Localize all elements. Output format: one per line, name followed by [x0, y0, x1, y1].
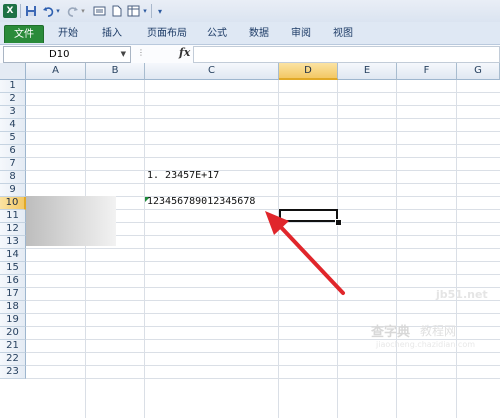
- watermark-site: jb51.net: [436, 288, 488, 301]
- toolbar-separator: [151, 4, 152, 18]
- excel-window: X ▾ ▾ ▾ ▾ 文件 开始 插入 页面布局 公式 数据 审阅 视图 D10 …: [0, 0, 500, 418]
- ribbon-tab-bar: 文件 开始 插入 页面布局 公式 数据 审阅 视图: [0, 22, 500, 45]
- quick-access-toolbar: X ▾ ▾ ▾ ▾: [0, 0, 500, 23]
- toolbar-separator: [20, 4, 21, 18]
- table-icon[interactable]: [126, 4, 140, 18]
- undo-icon[interactable]: [41, 4, 55, 18]
- tab-view[interactable]: 视图: [329, 25, 357, 42]
- tab-home[interactable]: 开始: [54, 25, 82, 42]
- red-arrow-annotation: [265, 211, 345, 295]
- name-box-value: D10: [49, 49, 70, 60]
- customize-toolbar-icon[interactable]: ▾: [155, 4, 165, 18]
- tab-data[interactable]: 数据: [245, 25, 273, 42]
- worksheet-grid[interactable]: A B C D E F G 1 2 3 4 5 6 7 8 9 10 11 12…: [0, 63, 500, 418]
- insert-function-button[interactable]: fx: [179, 46, 190, 59]
- watermark-brand: 查字典: [371, 325, 411, 340]
- undo-dropdown-icon[interactable]: ▾: [54, 4, 62, 18]
- table-dropdown-icon[interactable]: ▾: [141, 4, 149, 18]
- tab-formulas[interactable]: 公式: [203, 25, 231, 42]
- print-preview-icon[interactable]: [92, 4, 106, 18]
- watermark-url: jiaocheng.chazidian.com: [376, 340, 476, 349]
- formula-input[interactable]: [193, 46, 500, 63]
- formula-bar: D10 ▼ ⋮ fx: [0, 45, 500, 64]
- name-box[interactable]: D10 ▼: [3, 46, 131, 63]
- name-box-dropdown-icon[interactable]: ▼: [121, 47, 126, 62]
- watermark-sub: 教程网: [420, 324, 457, 338]
- redo-icon[interactable]: [66, 4, 80, 18]
- redo-dropdown-icon[interactable]: ▾: [79, 4, 87, 18]
- tab-file[interactable]: 文件: [4, 25, 44, 43]
- formula-bar-grip-icon: ⋮: [137, 48, 145, 57]
- tab-page-layout[interactable]: 页面布局: [141, 25, 193, 42]
- new-document-icon[interactable]: [110, 4, 124, 18]
- save-icon[interactable]: [24, 4, 38, 18]
- tab-insert[interactable]: 插入: [98, 25, 126, 42]
- tab-review[interactable]: 审阅: [287, 25, 315, 42]
- excel-logo-icon: X: [3, 4, 17, 18]
